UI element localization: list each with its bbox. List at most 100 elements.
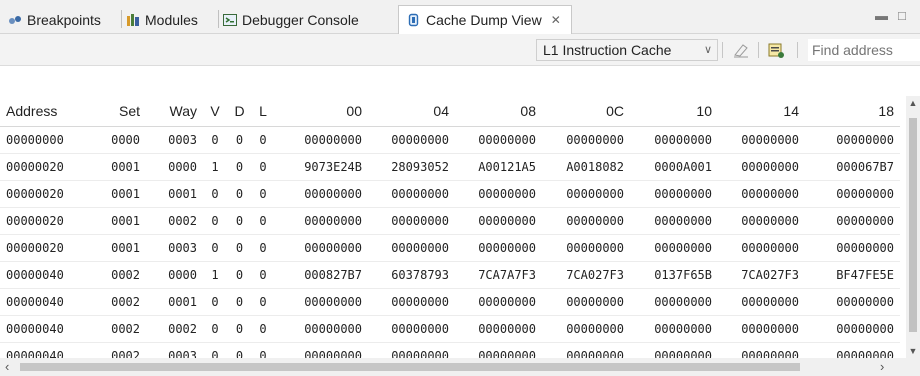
table-cell: 00000000 bbox=[566, 349, 624, 358]
column-header[interactable]: L bbox=[252, 96, 274, 127]
table-cell: 0 bbox=[235, 133, 244, 147]
table-cell: 0001 bbox=[111, 187, 140, 201]
table-row[interactable]: 00000020 0001 0002 0 0 0 00000000 00000000 00000… bbox=[0, 208, 900, 235]
table-cell: 00000000 bbox=[654, 295, 712, 309]
table-cell: 00000000 bbox=[478, 133, 536, 147]
table-cell: 0 bbox=[211, 133, 219, 147]
table-cell: 00000000 bbox=[478, 349, 536, 358]
toolbar-separator bbox=[797, 42, 798, 58]
table-cell: 00000000 bbox=[478, 214, 536, 228]
table-cell: 0002 bbox=[111, 349, 140, 358]
table-cell: 00000000 bbox=[391, 349, 449, 358]
table-cell: 0 bbox=[259, 187, 267, 201]
table-cell: BF47FE5E bbox=[836, 268, 894, 282]
column-header[interactable]: V bbox=[203, 96, 227, 127]
table-cell: 00000000 bbox=[741, 295, 799, 309]
table-cell: 0 bbox=[235, 295, 244, 309]
table-cell: 0 bbox=[211, 349, 219, 358]
table-row[interactable]: 00000020 0001 0001 0 0 0 00000000 00000000 00000… bbox=[0, 181, 900, 208]
table-cell: 0002 bbox=[111, 268, 140, 282]
table-cell: 00000000 bbox=[836, 295, 894, 309]
tab-label: Modules bbox=[145, 11, 198, 28]
table-cell: 00000000 bbox=[566, 214, 624, 228]
table-row[interactable]: 00000020 0001 0000 1 0 0 9073E24B 28093052 A0012… bbox=[0, 154, 900, 181]
table-cell: 00000000 bbox=[478, 241, 536, 255]
table-cell: 00000000 bbox=[478, 322, 536, 336]
column-header[interactable]: Set bbox=[92, 96, 146, 127]
maximize-icon[interactable]: □ bbox=[898, 8, 906, 23]
table-cell: 0 bbox=[211, 187, 219, 201]
scroll-down-icon[interactable]: ▼ bbox=[906, 346, 920, 356]
column-header[interactable]: 14 bbox=[718, 96, 805, 127]
column-header[interactable]: 00 bbox=[274, 96, 368, 127]
column-header[interactable]: 18 bbox=[805, 96, 900, 127]
scroll-right-icon[interactable]: › bbox=[880, 359, 884, 374]
table-cell: 0 bbox=[211, 241, 219, 255]
tab-debugger-console[interactable]: Debugger Console bbox=[223, 6, 359, 33]
tab-modules[interactable]: Modules bbox=[126, 6, 198, 33]
table-row[interactable]: 00000040 0002 0000 1 0 0 000827B7 60378793 7CA7A… bbox=[0, 262, 900, 289]
table-cell: 00000000 bbox=[391, 133, 449, 147]
vertical-scroll-thumb[interactable] bbox=[909, 118, 917, 332]
table-cell: 0137F65B bbox=[654, 268, 712, 282]
table-row[interactable]: 00000000 0000 0003 0 0 0 00000000 00000000 00000… bbox=[0, 127, 900, 154]
scroll-left-icon[interactable]: ‹ bbox=[5, 359, 9, 374]
column-header[interactable]: 04 bbox=[368, 96, 455, 127]
table-cell: 00000000 bbox=[654, 349, 712, 358]
table-cell: 00000000 bbox=[304, 133, 362, 147]
horizontal-scrollbar[interactable]: ‹ › bbox=[0, 358, 906, 376]
table-row[interactable]: 00000020 0001 0003 0 0 0 00000000 00000000 00000… bbox=[0, 235, 900, 262]
table-cell: 00000000 bbox=[304, 349, 362, 358]
cache-select-dropdown[interactable]: L1 Instruction Cache ∨ bbox=[536, 39, 718, 61]
table-cell: 00000040 bbox=[6, 295, 64, 309]
cache-dump-table: Address Set Way V D L 00 04 08 0C 10 14 18 00000000 0… bbox=[0, 96, 906, 358]
table-cell: 00000000 bbox=[566, 322, 624, 336]
chevron-down-icon: ∨ bbox=[703, 44, 712, 56]
table-row[interactable]: 00000040 0002 0001 0 0 0 00000000 00000000 00000… bbox=[0, 289, 900, 316]
column-header[interactable]: Way bbox=[146, 96, 203, 127]
tab-cache-dump-view[interactable]: Cache Dump View ✕ bbox=[398, 5, 572, 34]
table-cell: 00000000 bbox=[566, 241, 624, 255]
table-cell: 1 bbox=[211, 160, 219, 174]
table-cell: 00000000 bbox=[654, 322, 712, 336]
table-cell: 00000020 bbox=[6, 160, 64, 174]
horizontal-scroll-thumb[interactable] bbox=[20, 363, 800, 371]
table-cell: 7CA7A7F3 bbox=[478, 268, 536, 282]
table-cell: 00000000 bbox=[836, 214, 894, 228]
minimize-icon[interactable]: ▬ bbox=[875, 8, 888, 23]
column-header[interactable]: Address bbox=[0, 96, 92, 127]
modules-icon bbox=[126, 13, 140, 27]
find-address-input[interactable] bbox=[808, 39, 920, 61]
vertical-scrollbar[interactable]: ▲ ▼ bbox=[906, 96, 920, 358]
table-cell: 60378793 bbox=[391, 268, 449, 282]
table-cell: 0 bbox=[259, 214, 267, 228]
table-cell: 00000000 bbox=[304, 187, 362, 201]
table-cell: 00000000 bbox=[654, 214, 712, 228]
table-cell: 00000000 bbox=[836, 322, 894, 336]
tab-breakpoints[interactable]: Breakpoints bbox=[8, 6, 101, 33]
table-cell: 00000020 bbox=[6, 214, 64, 228]
export-icon[interactable] bbox=[767, 41, 785, 59]
clear-icon[interactable] bbox=[732, 41, 750, 59]
table-cell: 00000000 bbox=[304, 214, 362, 228]
toolbar-separator bbox=[722, 42, 723, 58]
column-header[interactable]: 0C bbox=[542, 96, 630, 127]
column-header[interactable]: D bbox=[227, 96, 252, 127]
table-cell: 00000000 bbox=[478, 187, 536, 201]
table-cell: 0 bbox=[235, 322, 244, 336]
table-cell: 0 bbox=[259, 160, 267, 174]
table-cell: 28093052 bbox=[391, 160, 449, 174]
table-cell: 00000000 bbox=[836, 187, 894, 201]
table-cell: 00000000 bbox=[741, 214, 799, 228]
close-icon[interactable]: ✕ bbox=[551, 13, 561, 27]
column-header[interactable]: 10 bbox=[630, 96, 718, 127]
console-icon bbox=[223, 13, 237, 27]
tab-label: Breakpoints bbox=[27, 11, 101, 28]
scroll-up-icon[interactable]: ▲ bbox=[906, 98, 920, 108]
tab-separator bbox=[218, 10, 219, 28]
table-row[interactable]: 00000040 0002 0003 0 0 0 00000000 00000000 00000… bbox=[0, 343, 900, 358]
table-cell: 00000000 bbox=[836, 349, 894, 358]
table-row[interactable]: 00000040 0002 0002 0 0 0 00000000 00000000 00000… bbox=[0, 316, 900, 343]
tab-label: Cache Dump View bbox=[426, 12, 542, 28]
column-header[interactable]: 08 bbox=[455, 96, 542, 127]
